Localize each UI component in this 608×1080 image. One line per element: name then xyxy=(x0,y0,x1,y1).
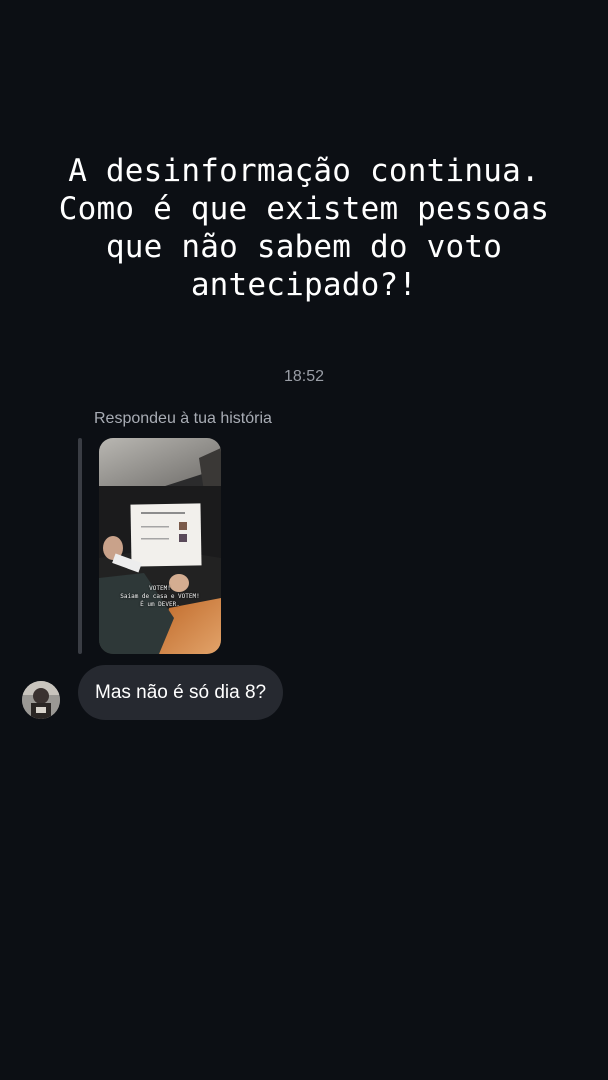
replied-story-thumbnail[interactable]: VOTEM! Saiam de casa e VOTEM! É um DEVER… xyxy=(99,438,221,654)
story-photo xyxy=(99,438,221,654)
story-overlay-line-2: Saiam de casa e VOTEM! xyxy=(120,593,200,600)
reply-indicator-bar xyxy=(78,438,82,654)
caption-line-3: que não sabem do voto xyxy=(105,229,503,265)
caption-line-4: antecipado?! xyxy=(190,267,418,303)
story-overlay-line-3: É um DEVER. xyxy=(140,601,180,608)
story-overlay-line-1: VOTEM! xyxy=(149,585,171,592)
message-text: Mas não é só dia 8? xyxy=(95,681,267,703)
caption-line-2: Como é que existem pessoas xyxy=(58,191,550,227)
reply-label: Respondeu à tua história xyxy=(94,410,272,427)
story-caption: A desinformação continua. Como é que exi… xyxy=(0,152,608,304)
sender-avatar[interactable] xyxy=(22,681,60,719)
avatar-photo xyxy=(22,681,60,719)
caption-line-1: A desinformação continua. xyxy=(68,153,540,189)
message-timestamp: 18:52 xyxy=(283,368,325,385)
message-bubble[interactable]: Mas não é só dia 8? xyxy=(78,665,284,720)
